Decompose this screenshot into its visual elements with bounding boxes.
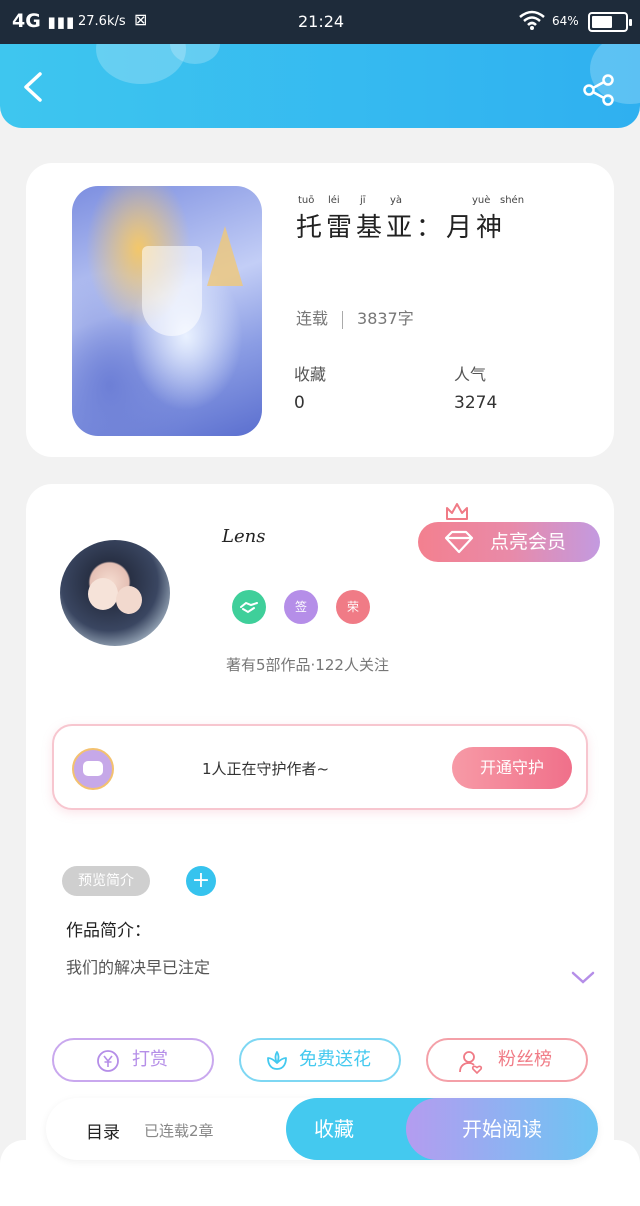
- bottom-action-bar: 目录 已连载2章 收藏 开始阅读: [46, 1098, 598, 1160]
- serial-status: 连载: [296, 309, 329, 328]
- fans-icon: [459, 1051, 483, 1075]
- chapter-count: 已连载2章: [144, 1122, 214, 1140]
- book-title: 托雷基亚：月神: [296, 213, 507, 243]
- chevron-down-icon[interactable]: [570, 970, 596, 986]
- header-bar: [0, 44, 640, 128]
- notification-icon: ⊠: [134, 10, 148, 29]
- honor-badge: 荣: [336, 590, 370, 624]
- book-cover[interactable]: [72, 186, 262, 436]
- add-tag-button[interactable]: +: [186, 866, 216, 896]
- author-meta: 著有5部作品·122人关注: [226, 656, 389, 674]
- tag-chip[interactable]: 预览简介: [62, 866, 150, 896]
- signed-badge: 签: [284, 590, 318, 624]
- share-icon: [583, 74, 614, 106]
- back-button[interactable]: [20, 72, 48, 102]
- intro-body: 我们的解决早已注定: [66, 958, 211, 977]
- chat-icon: [72, 748, 114, 790]
- guard-text: 1人正在守护作者~: [202, 760, 330, 778]
- cover-art: [142, 246, 202, 336]
- reward-label: 打赏: [132, 1049, 168, 1070]
- reward-button[interactable]: 打赏: [52, 1038, 214, 1082]
- handshake-icon: [240, 601, 258, 614]
- guard-button[interactable]: 开通守护: [452, 747, 572, 789]
- toc-button[interactable]: 目录: [86, 1118, 120, 1143]
- vip-button-label: 点亮会员: [490, 531, 567, 553]
- collect-label: 收藏: [294, 365, 327, 384]
- diamond-icon: [444, 530, 474, 554]
- book-status: 连载 3837字: [296, 305, 414, 329]
- handshake-badge: [232, 590, 266, 624]
- word-count: 3837字: [357, 309, 414, 328]
- network-indicator: 4G ▮▮▮: [12, 10, 76, 32]
- flower-icon: [267, 1051, 287, 1070]
- status-bar: 4G ▮▮▮ 27.6k/s ⊠ 21:24 64%: [0, 0, 640, 44]
- wifi-icon: [518, 9, 546, 36]
- guard-banner: 1人正在守护作者~ 开通守护: [52, 724, 588, 810]
- clock: 21:24: [298, 12, 345, 31]
- fans-ranking-button[interactable]: 粉丝榜: [426, 1038, 588, 1082]
- send-flower-button[interactable]: 免费送花: [239, 1038, 401, 1082]
- collect-value: 0: [294, 393, 305, 413]
- battery-percent: 64%: [552, 14, 579, 28]
- start-reading-button[interactable]: 开始阅读: [406, 1098, 598, 1160]
- yen-icon: [97, 1050, 119, 1072]
- battery-icon: [588, 12, 632, 32]
- crown-icon: [446, 503, 468, 520]
- avatar[interactable]: [60, 540, 170, 646]
- popularity-value: 3274: [454, 393, 498, 413]
- book-info-card: tuō léi jī yà yuè shén 托雷基亚：月神 连载 3837字 收…: [26, 163, 614, 457]
- fans-ranking-label: 粉丝榜: [498, 1049, 552, 1070]
- cover-art: [207, 226, 243, 286]
- popularity-label: 人气: [454, 365, 487, 384]
- network-speed: 27.6k/s: [78, 14, 126, 29]
- share-button[interactable]: [582, 74, 616, 106]
- vip-button[interactable]: 点亮会员: [418, 522, 600, 562]
- intro-title: 作品简介：: [66, 921, 151, 941]
- chevron-left-icon: [24, 72, 42, 102]
- author-name: Lens: [222, 526, 266, 547]
- send-flower-label: 免费送花: [299, 1049, 371, 1070]
- author-card: Lens 签 荣 著有5部作品·122人关注 点亮会员 1人正在守护作者~ 开通…: [26, 484, 614, 1184]
